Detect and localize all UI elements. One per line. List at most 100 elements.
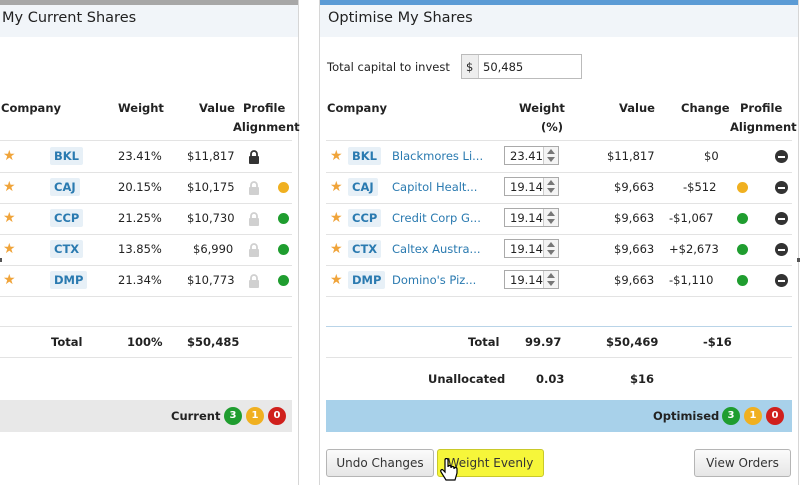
col-header-profile: Profile [243,101,286,115]
company-name-link[interactable]: Capitol Healt... [392,180,477,194]
status-dot [737,244,748,255]
divider [326,296,792,297]
company-code-badge[interactable]: CAJ [348,178,378,196]
spinner-arrows[interactable] [543,147,558,164]
company-code-badge[interactable]: CCP [50,209,84,227]
total-label: Total [468,335,500,349]
row-value: $10,175 [187,180,235,194]
weight-input-value: 19.14 [510,211,543,225]
unallocated-weight: 0.03 [536,372,565,386]
lock-icon[interactable] [248,211,260,226]
divider [326,203,792,204]
weight-spinner[interactable]: 19.14 [504,208,559,227]
company-code-badge[interactable]: DMP [348,271,386,289]
divider [0,296,292,297]
star-icon[interactable]: ★ [330,180,343,194]
star-icon[interactable]: ★ [3,149,16,163]
company-name-link[interactable]: Domino's Piz... [392,273,476,287]
company-code-badge[interactable]: CAJ [50,178,80,196]
spinner-arrows[interactable] [543,271,558,288]
divider [326,326,792,327]
spinner-down-icon[interactable] [547,219,555,224]
company-code-badge[interactable]: CTX [348,240,382,258]
status-dot [737,213,748,224]
status-dot [737,182,748,193]
green-count-badge: 3 [722,407,740,425]
company-name-link[interactable]: Credit Corp G... [392,211,481,225]
spinner-down-icon[interactable] [547,250,555,255]
divider [0,140,292,141]
lock-icon[interactable] [248,273,260,288]
row-weight: 20.15% [118,180,162,194]
star-icon[interactable]: ★ [3,180,16,194]
capital-input[interactable]: $ 50,485 [461,54,582,79]
row-value: $9,663 [614,242,655,256]
star-icon[interactable]: ★ [330,273,343,287]
optimised-summary-bar: Optimised 3 1 0 [326,400,792,432]
row-value: $9,663 [614,211,655,225]
spinner-arrows[interactable] [543,178,558,195]
row-value: $6,990 [193,242,234,256]
company-name-link[interactable]: Caltex Austra... [392,242,481,256]
col-header-profile: Profile [740,101,783,115]
spinner-down-icon[interactable] [547,188,555,193]
company-code-badge[interactable]: DMP [50,271,88,289]
spinner-arrows[interactable] [543,240,558,257]
col-header-weight: Weight [118,101,164,115]
company-code-badge[interactable]: CCP [348,209,382,227]
col-header-company: Company [1,101,61,115]
star-icon[interactable]: ★ [3,211,16,225]
star-icon[interactable]: ★ [3,273,16,287]
view-orders-button[interactable]: View Orders [694,449,791,477]
col-header-company: Company [327,101,387,115]
divider [0,326,292,327]
spinner-up-icon[interactable] [547,273,555,278]
divider [0,172,292,173]
col-header-change: Change [681,101,730,115]
weight-spinner[interactable]: 23.41 [504,146,559,165]
weight-spinner[interactable]: 19.14 [504,239,559,258]
spinner-up-icon[interactable] [547,211,555,216]
remove-icon[interactable] [775,243,788,256]
undo-changes-button[interactable]: Undo Changes [326,449,434,477]
remove-icon[interactable] [775,150,788,163]
spinner-down-icon[interactable] [547,281,555,286]
weight-spinner[interactable]: 19.14 [504,270,559,289]
spinner-up-icon[interactable] [547,149,555,154]
company-code-badge[interactable]: BKL [348,147,382,165]
company-name-link[interactable]: Blackmores Li... [392,149,483,163]
total-change: -$16 [703,335,732,349]
spinner-arrows[interactable] [543,209,558,226]
row-value: $11,817 [187,149,235,163]
star-icon[interactable]: ★ [330,211,343,225]
lock-icon[interactable] [248,180,260,195]
remove-icon[interactable] [775,212,788,225]
company-code-badge[interactable]: BKL [50,147,84,165]
lock-icon[interactable] [248,149,260,164]
spinner-up-icon[interactable] [547,242,555,247]
company-code-badge[interactable]: CTX [50,240,84,258]
status-dot [278,182,289,193]
panel-title: My Current Shares [2,10,137,26]
status-dot [278,244,289,255]
amber-count-badge: 1 [744,407,762,425]
weight-input-value: 19.14 [510,273,543,287]
divider [326,140,792,141]
spinner-down-icon[interactable] [547,157,555,162]
col-header-weight-unit: (%) [541,120,564,134]
row-value: $11,817 [607,149,655,163]
green-count-badge: 3 [224,407,242,425]
row-change: -$1,110 [669,273,714,287]
edge-marker [797,258,800,262]
capital-value: 50,485 [483,60,524,74]
spinner-up-icon[interactable] [547,180,555,185]
star-icon[interactable]: ★ [330,242,343,256]
remove-icon[interactable] [775,181,788,194]
row-change: -$1,067 [669,211,714,225]
star-icon[interactable]: ★ [330,149,343,163]
star-icon[interactable]: ★ [3,242,16,256]
remove-icon[interactable] [775,274,788,287]
status-dot [737,275,748,286]
lock-icon[interactable] [248,242,260,257]
weight-spinner[interactable]: 19.14 [504,177,559,196]
